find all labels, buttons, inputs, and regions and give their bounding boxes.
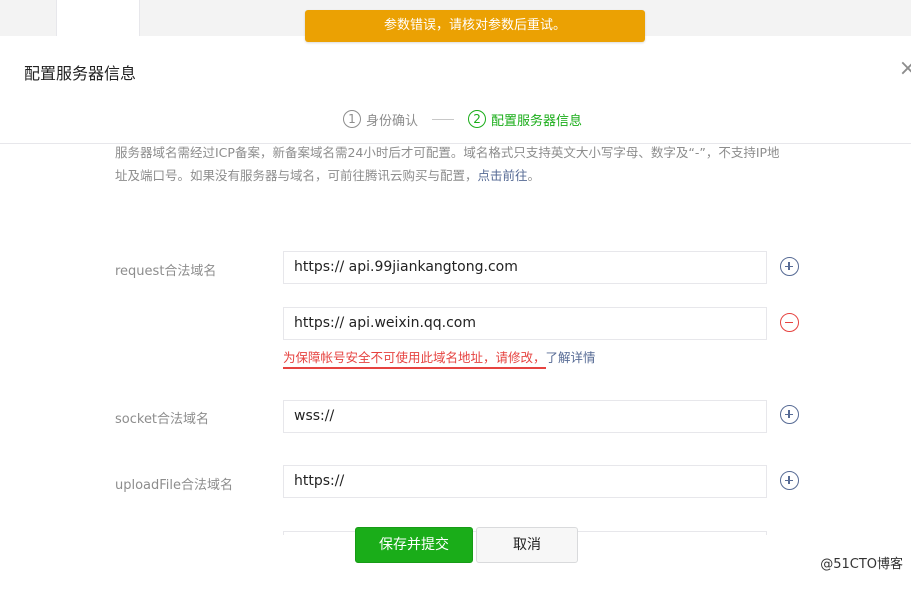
- error-learn-more-link[interactable]: 了解详情: [546, 350, 596, 365]
- add-request-domain-button[interactable]: [780, 257, 799, 276]
- upload-domain-input[interactable]: https://: [283, 465, 767, 498]
- plus-icon-bar: [788, 476, 790, 484]
- dialog-title: 配置服务器信息: [24, 64, 137, 83]
- minus-icon: [785, 321, 793, 323]
- tips-end: 。: [527, 168, 541, 183]
- tips-text: 服务器域名需经过ICP备案，新备案域名需24小时后才可配置。域名格式只支持英文大…: [115, 145, 780, 183]
- request-domain-label: request合法域名: [115, 264, 217, 279]
- remove-request-domain-button[interactable]: [780, 313, 799, 332]
- socket-domain-label: socket合法域名: [115, 412, 210, 427]
- add-upload-domain-button[interactable]: [780, 471, 799, 490]
- dialog-header: 配置服务器信息 × 1 身份确认 2 配置服务器信息: [0, 36, 911, 144]
- plus-icon-bar: [788, 262, 790, 270]
- step-number: 2: [468, 110, 487, 128]
- step-indicator: 1 身份确认 2 配置服务器信息: [343, 108, 582, 130]
- cancel-button[interactable]: 取消: [476, 527, 578, 563]
- request-domain-input-1[interactable]: https:// api.99jiankangtong.com: [283, 251, 767, 284]
- socket-domain-input[interactable]: wss://: [283, 400, 767, 433]
- step-identity: 1 身份确认: [343, 110, 418, 129]
- error-toast: 参数错误，请核对参数后重试。: [305, 10, 645, 42]
- step-server-config: 2 配置服务器信息: [468, 110, 582, 129]
- step-number: 1: [343, 110, 361, 128]
- add-socket-domain-button[interactable]: [780, 405, 799, 424]
- step-label: 身份确认: [366, 113, 419, 129]
- request-domain-input-2[interactable]: https:// api.weixin.qq.com: [283, 307, 767, 340]
- step-divider: [432, 118, 455, 120]
- background-tab: [56, 0, 140, 36]
- submit-button[interactable]: 保存并提交: [355, 527, 473, 563]
- close-icon[interactable]: ×: [899, 56, 911, 82]
- error-text: 为保障帐号安全不可使用此域名地址，请修改，: [283, 350, 546, 369]
- request-domain-error: 为保障帐号安全不可使用此域名地址，请修改，了解详情: [283, 349, 596, 369]
- upload-domain-label: uploadFile合法域名: [115, 478, 234, 493]
- tips-link[interactable]: 点击前往: [478, 168, 528, 183]
- plus-icon-bar: [788, 410, 790, 418]
- step-label: 配置服务器信息: [491, 113, 583, 129]
- watermark: @51CTO博客: [820, 557, 903, 572]
- domain-tips: 服务器域名需经过ICP备案，新备案域名需24小时后才可配置。域名格式只支持英文大…: [115, 141, 785, 187]
